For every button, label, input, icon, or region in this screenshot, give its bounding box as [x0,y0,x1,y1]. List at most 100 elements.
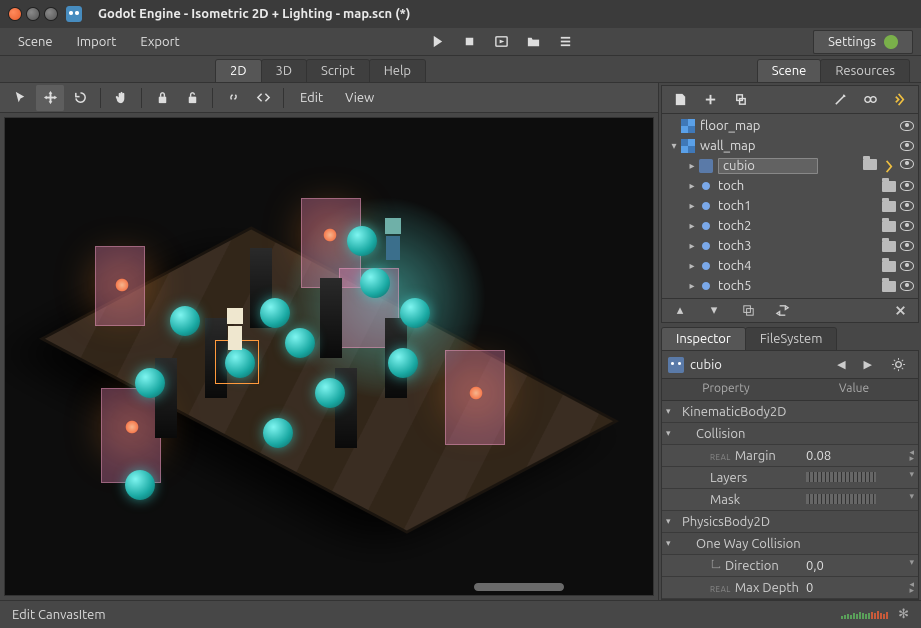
open-folder-button[interactable] [519,30,547,54]
stop-button[interactable] [455,30,483,54]
select-tool[interactable] [6,85,34,111]
history-next-button[interactable]: ▶ [858,356,878,373]
visibility-icon[interactable] [900,141,914,151]
list-button[interactable] [551,30,579,54]
visibility-icon[interactable] [900,121,914,131]
scene-tree-footer: ▴ ▾ [662,298,918,322]
tree-down-button[interactable]: ▾ [700,299,728,323]
expand-icon[interactable]: ▸ [686,240,698,252]
tree-delete-button[interactable] [886,299,914,323]
inspector-settings-button[interactable] [884,353,912,377]
tab-scene-panel[interactable]: Scene [757,59,822,82]
tab-2d[interactable]: 2D [215,59,262,82]
wand-icon[interactable] [826,88,854,112]
prop-margin[interactable]: REALMargin0.08◂▸ [662,445,918,467]
new-node-button[interactable] [666,88,694,112]
inspector-node-name: cubio [690,358,825,372]
tree-item-toch5[interactable]: ▸toch5 [662,276,918,296]
menu-export[interactable]: Export [130,31,189,53]
window-minimize-button[interactable] [26,7,40,21]
tree-dup-button[interactable] [734,299,762,323]
prop-physicsbody2d[interactable]: ▾PhysicsBody2D [662,511,918,533]
connections-icon[interactable] [856,88,884,112]
expand-icon[interactable]: ▸ [686,200,698,212]
expand-icon[interactable]: ▸ [686,260,698,272]
tree-up-button[interactable]: ▴ [666,299,694,323]
expand-icon[interactable]: ▸ [686,180,698,192]
tree-item-toch1[interactable]: ▸toch1 [662,196,918,216]
expand-icon[interactable]: ▾ [668,140,680,152]
visibility-icon[interactable] [900,241,914,251]
prop-one-way-collision[interactable]: ▾One Way Collision [662,533,918,555]
visibility-icon[interactable] [900,281,914,291]
tree-item-toch[interactable]: ▸toch [662,176,918,196]
tree-reparent-button[interactable] [768,299,796,323]
expand-icon[interactable]: ▸ [686,160,698,172]
unlock-tool[interactable] [178,85,206,111]
edit-menu[interactable]: Edit [290,87,333,109]
visibility-icon[interactable] [900,261,914,271]
link-tool[interactable] [219,85,247,111]
tree-item-label: cubio [718,158,818,174]
visibility-icon[interactable] [900,221,914,231]
tree-item-toch4[interactable]: ▸toch4 [662,256,918,276]
expand-icon[interactable]: ▸ [686,280,698,292]
prop-mask[interactable]: Mask▾ [662,489,918,511]
tree-item-cubio[interactable]: ▸ cubio [662,156,918,176]
scene-tree[interactable]: floor_map▾wall_map▸cubio▸toch▸toch1▸toch… [662,114,918,298]
tree-item-floor_map[interactable]: floor_map [662,116,918,136]
settings-label: Settings [828,35,876,49]
viewport-2d[interactable] [4,117,654,596]
settings-button[interactable]: Settings [813,30,913,54]
prop-collision[interactable]: ▾Collision [662,423,918,445]
open-scene-icon[interactable] [882,201,896,212]
move-tool[interactable] [36,85,64,111]
menu-scene[interactable]: Scene [8,31,63,53]
play-scene-button[interactable] [487,30,515,54]
code-tool[interactable] [249,85,277,111]
tab-resources-panel[interactable]: Resources [820,59,910,82]
tree-item-wall_map[interactable]: ▾wall_map [662,136,918,156]
tab-help[interactable]: Help [369,59,426,82]
open-scene-icon[interactable] [882,221,896,232]
prop-kinematicbody2d[interactable]: ▾KinematicBody2D [662,401,918,423]
center-tabs: 2D 3D Script Help Scene Resources [0,56,921,82]
tab-script[interactable]: Script [306,59,370,82]
status-text: Edit CanvasItem [12,608,106,622]
prop-direction[interactable]: Direction0,0▾ [662,555,918,577]
open-scene-icon[interactable] [882,261,896,272]
inspector-columns: Property Value [662,379,918,401]
rotate-tool[interactable] [66,85,94,111]
visibility-icon[interactable] [900,201,914,211]
kinematic-icon [698,158,714,174]
tilemap-icon [680,138,696,154]
visibility-icon[interactable] [900,181,914,191]
viewport-hscroll[interactable] [5,583,653,593]
lock-tool[interactable] [148,85,176,111]
open-scene-icon[interactable] [882,241,896,252]
visibility-icon[interactable] [900,159,914,169]
pan-tool[interactable] [107,85,135,111]
add-node-button[interactable] [696,88,724,112]
open-scene-icon[interactable] [882,181,896,192]
view-menu[interactable]: View [335,87,384,109]
open-scene-icon[interactable] [882,281,896,292]
instance-button[interactable] [726,88,754,112]
play-button[interactable] [423,30,451,54]
signal-icon[interactable] [886,88,914,112]
prop-layers[interactable]: Layers▾ [662,467,918,489]
tree-item-toch2[interactable]: ▸toch2 [662,216,918,236]
tab-inspector[interactable]: Inspector [661,327,746,350]
expand-icon[interactable]: ▸ [686,220,698,232]
window-maximize-button[interactable] [44,7,58,21]
window-close-button[interactable] [8,7,22,21]
menu-import[interactable]: Import [67,31,127,53]
tab-filesystem[interactable]: FileSystem [745,327,838,350]
script-icon[interactable] [881,159,896,174]
open-scene-icon[interactable] [863,159,877,170]
history-prev-button[interactable]: ◀ [831,356,851,373]
light-rect [445,350,505,445]
tab-3d[interactable]: 3D [261,59,308,82]
prop-max-depth[interactable]: REALMax Depth0◂▸ [662,577,918,599]
tree-item-toch3[interactable]: ▸toch3 [662,236,918,256]
